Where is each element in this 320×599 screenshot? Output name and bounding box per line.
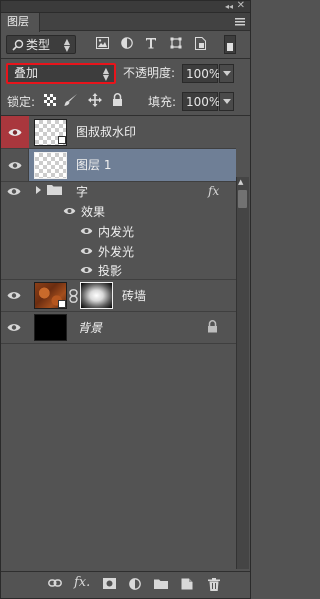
panel-frame	[0, 0, 251, 599]
